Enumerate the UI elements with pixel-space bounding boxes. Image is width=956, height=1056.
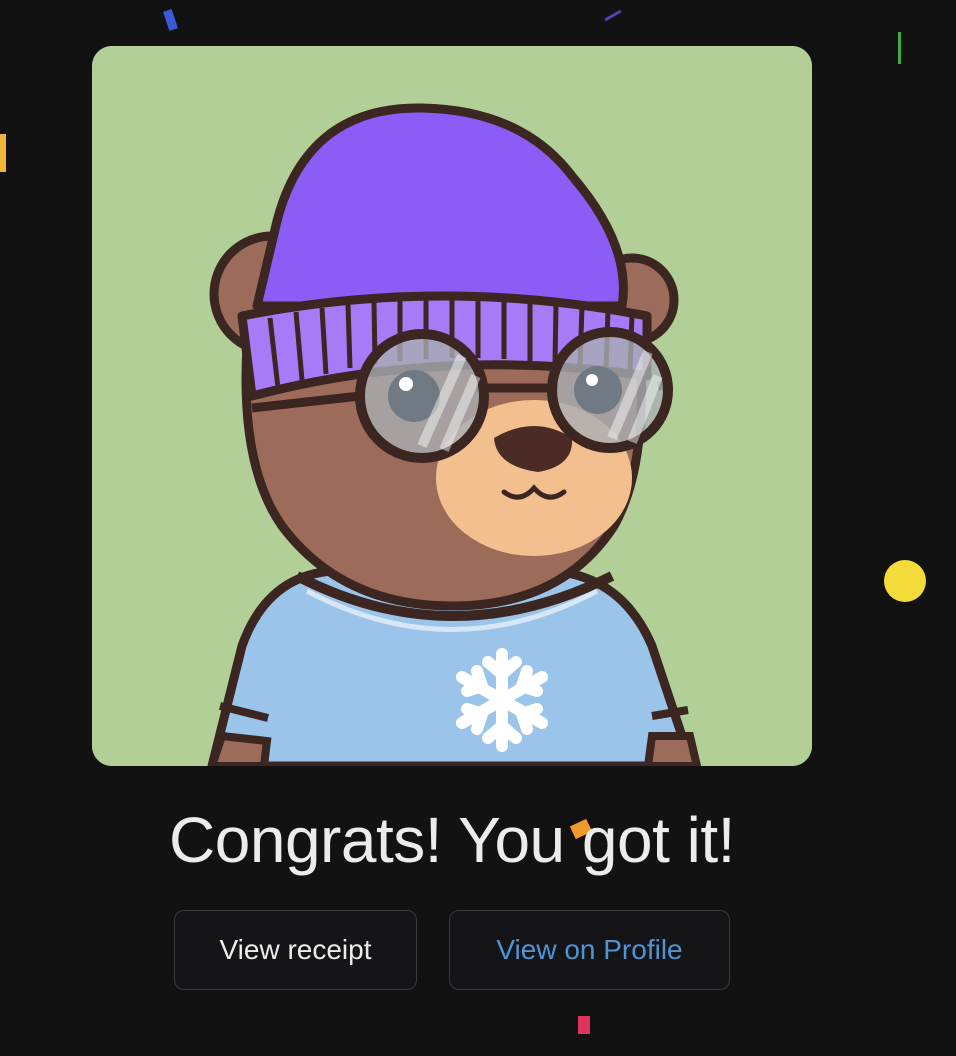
confetti-piece: [0, 134, 6, 172]
confetti-piece: [578, 1016, 590, 1034]
confetti-piece: [163, 9, 178, 31]
success-screen: Congrats! You got it! View receipt View …: [0, 0, 956, 1056]
nft-image: [92, 46, 812, 766]
view-on-profile-button[interactable]: View on Profile: [449, 910, 730, 990]
view-receipt-label: View receipt: [219, 934, 372, 965]
confetti-piece: [604, 9, 622, 22]
view-receipt-button[interactable]: View receipt: [174, 910, 417, 990]
bear-nft-icon: [92, 46, 812, 766]
page-title: Congrats! You got it!: [169, 804, 735, 876]
confetti-piece: [898, 32, 901, 64]
confetti-piece: [884, 560, 926, 602]
view-on-profile-label: View on Profile: [496, 934, 683, 965]
